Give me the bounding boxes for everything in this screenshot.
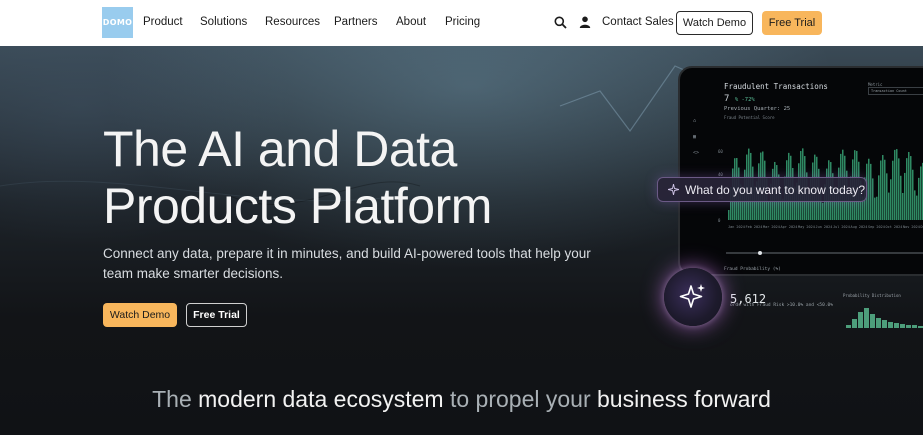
distribution-bar: [900, 324, 905, 328]
probability-slider-handle[interactable]: [758, 251, 762, 255]
nav-about[interactable]: About: [396, 16, 426, 28]
tagline-part-1: The: [152, 386, 199, 412]
distribution-bar: [864, 308, 869, 328]
chart-bar: [868, 158, 870, 220]
x-tick-label: Jun 2024: [816, 225, 833, 229]
free-trial-button[interactable]: Free Trial: [186, 303, 247, 327]
bottom-text: ords with Fraud Risk >10.0% and <50.0%: [730, 303, 833, 308]
chart-bar: [902, 192, 904, 220]
chart-bar: [880, 160, 882, 220]
chart-bar: [874, 197, 876, 220]
chart-bar: [890, 179, 892, 220]
chart-bar: [918, 177, 920, 220]
dashboard-device: ⌂ <> ▦ Fraudulent Transactions 7 % -72% …: [678, 66, 923, 276]
headline-line-2: Products Platform: [103, 178, 492, 234]
tagline: The modern data ecosystem to propel your…: [0, 386, 923, 413]
chart-bar: [920, 166, 922, 220]
free-trial-nav-button[interactable]: Free Trial: [762, 11, 822, 35]
domo-logo[interactable]: DOMO: [102, 7, 133, 38]
distribution-bar: [894, 323, 899, 328]
chart-bar: [896, 149, 898, 220]
top-navbar: DOMO Product Solutions Resources Partner…: [0, 0, 923, 46]
nav-partners[interactable]: Partners: [334, 16, 377, 28]
x-tick-label: Feb 2024: [746, 225, 763, 229]
x-tick-label: Jan 2024: [728, 225, 745, 229]
distribution-bar: [876, 318, 881, 328]
chart-bar: [898, 158, 900, 220]
logo-text: DOMO: [102, 18, 133, 27]
transactions-chart: 60 40 20 0 Jan 2024Feb 2024Mar 2024Apr 2…: [718, 148, 923, 255]
x-tick-label: May 2024: [798, 225, 815, 229]
tagline-part-3: to propel your: [443, 386, 598, 412]
x-tick-label: Apr 2024: [781, 225, 798, 229]
chart-bar: [876, 196, 878, 220]
x-tick-label: Aug 2024: [851, 225, 868, 229]
x-tick-label: Nov 2024: [903, 225, 920, 229]
hero-headline: The AI and Data Products Platform: [103, 121, 563, 235]
distribution-bar: [906, 325, 911, 328]
chart-bar: [768, 200, 770, 220]
y-tick-60: 60: [718, 149, 723, 154]
chart-bar: [872, 178, 874, 220]
x-tick-label: Oct 2024: [886, 225, 903, 229]
chart-bar: [914, 190, 916, 220]
tagline-part-4: business forward: [597, 386, 771, 412]
headline-line-1: The AI and Data: [103, 121, 457, 177]
chart-bar: [882, 155, 884, 220]
distribution-bar: [870, 314, 875, 328]
chart-bar: [822, 202, 824, 220]
distribution-bar: [888, 322, 893, 328]
distribution-bar: [912, 325, 917, 328]
chart-bar: [728, 210, 730, 220]
ai-assistant-orb[interactable]: [664, 268, 722, 326]
distribution-bar: [882, 320, 887, 328]
distribution-label: Probability Distribution: [843, 293, 901, 298]
x-tick-label: Mar 2024: [763, 225, 780, 229]
user-icon[interactable]: [577, 14, 593, 30]
sparkle-large-icon: [679, 284, 705, 308]
chart-bar: [910, 156, 912, 220]
fraud-probability-label: Fraud Probability (%): [724, 267, 781, 272]
chart-bar: [888, 192, 890, 220]
chart-bar: [878, 175, 880, 220]
ai-prompt-input[interactable]: What do you want to know today?: [657, 177, 867, 202]
chart-bar: [908, 151, 910, 220]
chart-bar: [916, 195, 918, 220]
contact-sales-link[interactable]: Contact Sales: [602, 16, 674, 28]
nav-resources[interactable]: Resources: [265, 16, 320, 28]
distribution-bar: [852, 319, 857, 328]
x-tick-label: Jul 2024: [833, 225, 850, 229]
x-tick-label: Sep 2024: [868, 225, 885, 229]
chart-bar: [894, 149, 896, 220]
ai-prompt-text: What do you want to know today?: [685, 182, 866, 197]
search-icon[interactable]: [552, 14, 568, 30]
chart-bar: [884, 159, 886, 220]
nav-pricing[interactable]: Pricing: [445, 16, 480, 28]
y-tick-0: 0: [718, 218, 721, 223]
watch-demo-button[interactable]: Watch Demo: [103, 303, 177, 327]
sparkle-icon: [668, 184, 679, 195]
distribution-bar: [918, 326, 923, 328]
chart-bar: [900, 175, 902, 220]
nav-solutions[interactable]: Solutions: [200, 16, 247, 28]
chart-bar: [912, 169, 914, 220]
chart-bar: [886, 173, 888, 220]
chart-bar: [906, 158, 908, 220]
chart-bar: [870, 163, 872, 220]
distribution-bar: [858, 312, 863, 328]
distribution-bar: [846, 325, 851, 328]
chart-bar: [904, 172, 906, 220]
tagline-part-2: modern data ecosystem: [198, 386, 444, 412]
nav-product[interactable]: Product: [143, 16, 183, 28]
chart-bar: [892, 160, 894, 220]
distribution-chart: [846, 308, 923, 328]
watch-demo-nav-button[interactable]: Watch Demo: [676, 11, 753, 35]
hero-subtext: Connect any data, prepare it in minutes,…: [103, 246, 591, 281]
